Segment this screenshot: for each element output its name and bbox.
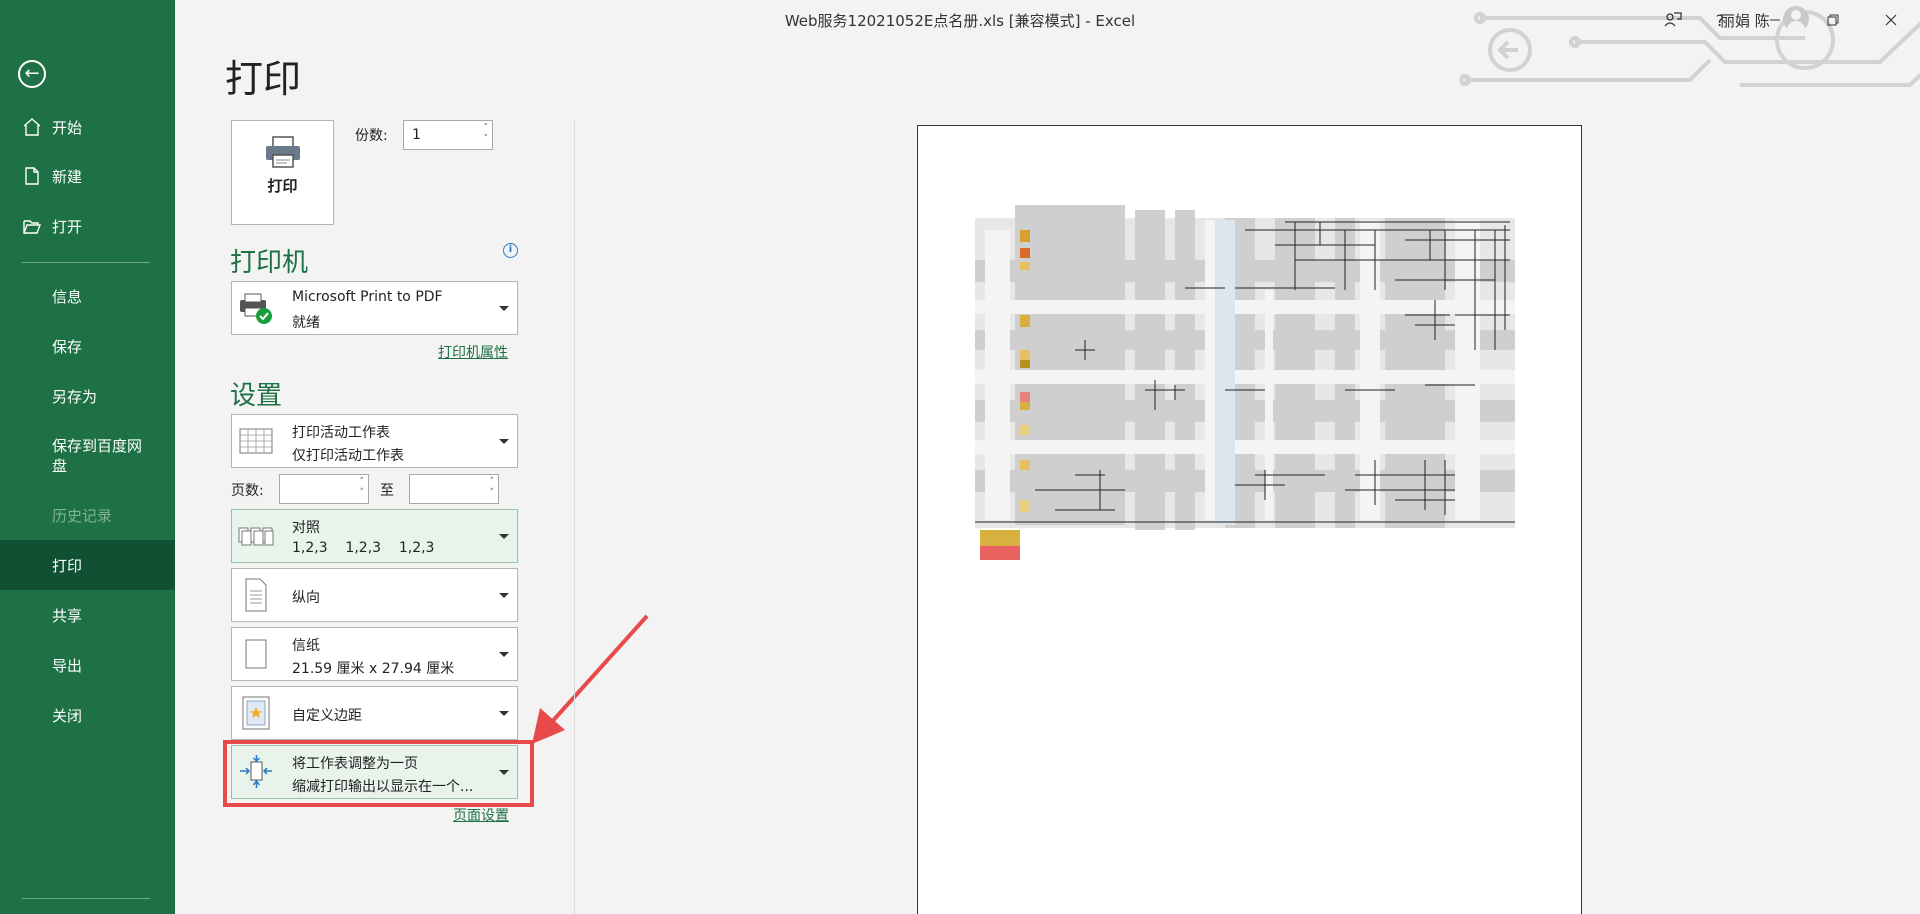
- nav-separator: [22, 898, 150, 899]
- nav-item-home[interactable]: 开始: [0, 102, 175, 152]
- to-label: 至: [380, 483, 394, 499]
- chevron-down-icon: [499, 711, 509, 716]
- printer-status: 就绪: [292, 315, 320, 331]
- nav-item-save-to-baidu[interactable]: 保存到百度网盘: [0, 428, 175, 484]
- pages-label: 页数:: [231, 483, 264, 499]
- stepper-arrows-icon[interactable]: ˄ ˅: [360, 477, 365, 499]
- custom-margins-icon: [242, 696, 270, 730]
- collate-pages-icon: [238, 527, 274, 546]
- new-document-icon: [25, 167, 39, 185]
- nav-item-open[interactable]: 打开: [0, 201, 175, 251]
- window-title: Web服务12021052E点名册.xls [兼容模式] - Excel: [784, 12, 1136, 30]
- pages-from-input[interactable]: ˄ ˅: [279, 474, 369, 504]
- coauthor-icon[interactable]: [1655, 6, 1691, 34]
- nav-item-share[interactable]: 共享: [0, 590, 175, 640]
- nav-item-label: 开始: [52, 118, 83, 137]
- page-title: 打印: [225, 57, 302, 101]
- orientation-value: 纵向: [292, 590, 320, 606]
- print-button[interactable]: 打印: [231, 120, 334, 225]
- paper-line2: 21.59 厘米 x 27.94 厘米: [292, 661, 455, 677]
- margins-value: 自定义边距: [292, 708, 362, 724]
- nav-item-label: 关闭: [52, 706, 83, 725]
- column-divider: [574, 120, 575, 914]
- nav-item-label: 保存: [52, 337, 83, 356]
- stepper-arrows-icon[interactable]: ˄ ˅: [484, 123, 489, 145]
- copies-label: 份数:: [355, 128, 388, 144]
- chevron-down-icon: [499, 306, 509, 311]
- nav-item-print[interactable]: 打印: [0, 540, 175, 590]
- orientation-dropdown[interactable]: 纵向: [231, 568, 518, 622]
- nav-item-save-as[interactable]: 另存为: [0, 371, 175, 421]
- printer-name: Microsoft Print to PDF: [292, 289, 443, 305]
- highlight-box: [223, 740, 534, 807]
- nav-item-label: 共享: [52, 606, 83, 625]
- print-scope-dropdown[interactable]: 打印活动工作表 仅打印活动工作表: [231, 414, 518, 468]
- nav-item-label: 历史记录: [52, 506, 113, 525]
- nav-item-label: 保存到百度网盘: [52, 437, 143, 475]
- chevron-down-icon: [499, 593, 509, 598]
- collate-line2: 1,2,3 1,2,3 1,2,3: [292, 540, 435, 556]
- nav-item-save[interactable]: 保存: [0, 321, 175, 371]
- worksheet-preview: [975, 205, 1515, 560]
- nav-item-history: 历史记录: [0, 490, 175, 540]
- paper-size-icon: [245, 639, 267, 669]
- nav-item-label: 信息: [52, 287, 83, 306]
- stepper-arrows-icon[interactable]: ˄ ˅: [490, 477, 495, 499]
- back-arrow-icon[interactable]: ←: [18, 60, 46, 88]
- nav-item-label: 另存为: [52, 387, 98, 406]
- info-icon[interactable]: i: [503, 243, 518, 258]
- collate-dropdown[interactable]: 对照 1,2,3 1,2,3 1,2,3: [231, 509, 518, 563]
- title-bar: Web服务12021052E点名册.xls [兼容模式] - Excel 丽娟 …: [175, 0, 1920, 87]
- printer-section-title: 打印机: [230, 248, 309, 278]
- paper-line1: 信纸: [292, 638, 320, 654]
- printer-dropdown[interactable]: Microsoft Print to PDF 就绪: [231, 281, 518, 335]
- scope-line2: 仅打印活动工作表: [292, 448, 404, 464]
- nav-item-info[interactable]: 信息: [0, 271, 175, 321]
- chevron-down-icon: [499, 439, 509, 444]
- help-icon[interactable]: ?: [1702, 6, 1738, 34]
- nav-separator: [22, 262, 150, 263]
- folder-open-icon: [23, 220, 42, 234]
- chevron-down-icon: [499, 534, 509, 539]
- printer-icon: [265, 136, 300, 168]
- nav-item-close[interactable]: 关闭: [0, 690, 175, 740]
- home-icon: [23, 118, 41, 136]
- print-button-label: 打印: [267, 177, 298, 195]
- close-window-icon[interactable]: [1873, 6, 1909, 34]
- page-setup-link[interactable]: 页面设置: [453, 805, 509, 825]
- sheet-grid-icon: [239, 428, 273, 454]
- scope-line1: 打印活动工作表: [292, 425, 390, 441]
- chevron-down-icon: [499, 652, 509, 657]
- copies-value: 1: [412, 127, 421, 143]
- nav-item-label: 打开: [52, 217, 83, 236]
- annotation-arrow: [532, 614, 649, 744]
- minimize-icon[interactable]: [1757, 6, 1793, 34]
- printer-properties-link[interactable]: 打印机属性: [438, 342, 508, 362]
- nav-item-label: 打印: [52, 556, 83, 575]
- nav-item-new[interactable]: 新建: [0, 151, 175, 201]
- copies-stepper[interactable]: 1 ˄ ˅: [403, 120, 493, 150]
- restore-icon[interactable]: [1815, 6, 1851, 34]
- nav-item-export[interactable]: 导出: [0, 640, 175, 690]
- margins-dropdown[interactable]: 自定义边距: [231, 686, 518, 740]
- backstage-nav: ← 开始 新建 打开 信息 保存 另存为 保存到百度网盘 历史记录 打印 共享 …: [0, 0, 175, 914]
- settings-section-title: 设置: [230, 381, 283, 411]
- portrait-page-icon: [245, 578, 267, 612]
- nav-item-label: 导出: [52, 656, 83, 675]
- pages-to-input[interactable]: ˄ ˅: [409, 474, 499, 504]
- collate-line1: 对照: [292, 520, 320, 536]
- nav-item-label: 新建: [52, 167, 83, 186]
- printer-ready-icon: [240, 293, 272, 324]
- paper-size-dropdown[interactable]: 信纸 21.59 厘米 x 27.94 厘米: [231, 627, 518, 681]
